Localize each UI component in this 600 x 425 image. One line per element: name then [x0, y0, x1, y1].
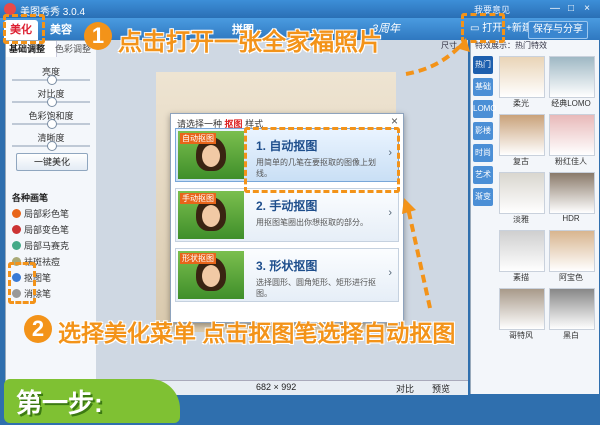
option-thumbnail: 自动抠图: [178, 131, 244, 179]
effect-thumbnail[interactable]: [499, 172, 545, 214]
brush-label: 局部彩色笔: [24, 209, 70, 219]
option-manual-cutout[interactable]: 手动抠图 2. 手动抠图用抠图笔圈出你想抠取的部分。 ›: [175, 188, 399, 242]
step1-number-badge: 1: [84, 22, 112, 50]
step-banner: 第一步:: [4, 379, 180, 423]
slider-knob[interactable]: [47, 141, 57, 151]
title-bar: 美图秀秀 3.0.4 我要意见 — □ ×: [0, 0, 600, 18]
option-thumbnail: 手动抠图: [178, 191, 244, 239]
effect-label: 阿宝色: [559, 273, 583, 282]
option-badge: 形状抠图: [180, 253, 216, 264]
option-shape-cutout[interactable]: 形状抠图 3. 形状抠图选择圆形、圆角矩形、矩形进行抠图。 ›: [175, 248, 399, 302]
effect-label: HDR: [562, 214, 580, 223]
effect-label: 粉红佳人: [555, 157, 587, 166]
brush-icon: [12, 209, 21, 218]
brush-label: 局部马赛克: [24, 241, 70, 251]
brush-icon: [12, 241, 21, 250]
slider-track[interactable]: [12, 119, 90, 129]
effect-label: 黑白: [563, 331, 579, 340]
slider-track[interactable]: [12, 75, 90, 85]
step1-instruction: 点击打开一张全家福照片: [118, 29, 382, 56]
brush-icon: [12, 225, 21, 234]
effect-label: 哥特风: [509, 331, 533, 340]
arrow-to-open: [405, 42, 464, 76]
effect-thumbnail[interactable]: [549, 288, 595, 330]
slider-knob[interactable]: [47, 75, 57, 85]
effect-thumbnail[interactable]: [549, 230, 595, 272]
image-size: 682 × 992: [256, 382, 297, 392]
slider-knob[interactable]: [47, 97, 57, 107]
arrow-to-auto: [406, 207, 432, 309]
step2-number-badge: 2: [24, 315, 52, 343]
brush-item[interactable]: 局部彩色笔: [12, 207, 69, 220]
effect-thumbnail[interactable]: [549, 172, 595, 214]
option-desc: 用抠图笔圈出你想抠取的部分。: [256, 218, 368, 227]
arrow-head-auto: [402, 198, 416, 214]
effect-thumbnail[interactable]: [499, 288, 545, 330]
effect-label: 复古: [513, 157, 529, 166]
close-window-button[interactable]: ×: [580, 3, 594, 15]
save-share-button[interactable]: 保存与分享: [528, 21, 588, 39]
highlight-beautify-tab: [3, 14, 45, 44]
maximize-button[interactable]: □: [564, 3, 578, 15]
minimize-button[interactable]: —: [548, 3, 562, 15]
highlight-auto-cutout: [244, 127, 400, 193]
option-name: 2. 手动抠图: [256, 199, 318, 213]
guide-arrows: [402, 38, 470, 309]
brush-item[interactable]: 局部变色笔: [12, 223, 69, 236]
option-thumbnail: 形状抠图: [178, 251, 244, 299]
effect-thumbnail[interactable]: [499, 114, 545, 156]
option-name: 3. 形状抠图: [256, 259, 318, 273]
option-badge: 自动抠图: [180, 133, 216, 144]
preview-button[interactable]: 预览: [432, 382, 450, 395]
step-label: 第一步:: [16, 388, 103, 418]
effect-label: 淡雅: [513, 215, 529, 224]
effect-thumbnail[interactable]: [549, 56, 595, 98]
face-shape: [202, 205, 220, 227]
option-badge: 手动抠图: [180, 193, 216, 204]
slider-track[interactable]: [12, 97, 90, 107]
effect-label: 柔光: [513, 99, 529, 108]
face-shape: [202, 265, 220, 287]
effect-thumbnail[interactable]: [499, 230, 545, 272]
brush-item[interactable]: 局部马赛克: [12, 239, 69, 252]
chevron-right-icon: ›: [388, 267, 392, 279]
effects-panel: 特效展示：热门特效 尺寸 热门 基础 LOMO 影楼 时尚 艺术 渐变 柔光 经典LOMO 复古…: [441, 40, 599, 394]
effect-label: 经典LOMO: [551, 99, 591, 108]
one-click-beautify-button[interactable]: 一键美化: [16, 153, 88, 171]
compare-button[interactable]: 对比: [396, 382, 414, 395]
step2-instruction: 选择美化菜单 点击抠图笔选择自动抠图: [58, 320, 456, 346]
effect-label: 素描: [513, 273, 529, 282]
dialog-close-icon[interactable]: ×: [391, 114, 398, 128]
effect-thumbnail[interactable]: [549, 114, 595, 156]
brush-label: 局部变色笔: [24, 225, 70, 235]
option-desc: 选择圆形、圆角矩形、矩形进行抠图。: [256, 278, 376, 298]
highlight-cutout-brush: [8, 262, 36, 304]
brushes-heading: 各种画笔: [12, 193, 49, 203]
effect-thumbnail[interactable]: [499, 56, 545, 98]
chevron-right-icon: ›: [388, 207, 392, 219]
slider-track[interactable]: [12, 141, 90, 151]
face-shape: [202, 145, 220, 167]
slider-knob[interactable]: [47, 119, 57, 129]
tab-cosmetics[interactable]: 美容: [44, 20, 78, 40]
